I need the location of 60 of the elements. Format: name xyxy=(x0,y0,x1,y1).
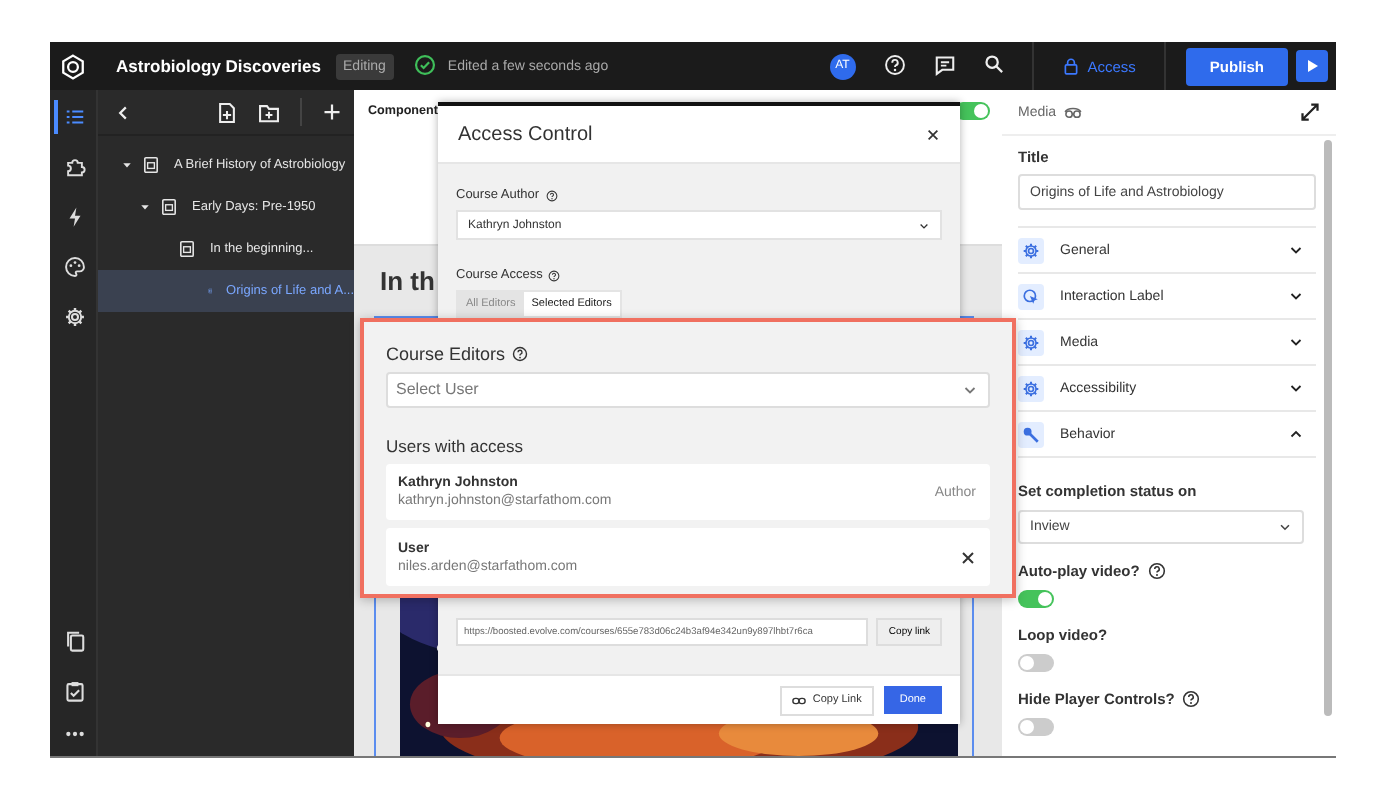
plus-icon xyxy=(322,102,342,122)
comment-icon xyxy=(933,53,956,75)
more-icon xyxy=(64,730,86,738)
add-button[interactable] xyxy=(322,102,342,122)
settings-icon xyxy=(1022,333,1040,351)
user-select[interactable]: Select User xyxy=(386,372,990,408)
settings-icon xyxy=(64,306,86,328)
dialog-title: Access Control xyxy=(458,123,593,145)
clipboard-check-icon xyxy=(64,680,86,702)
add-page-button[interactable] xyxy=(216,101,238,123)
page-heading: In th xyxy=(380,266,435,296)
wrench-icon xyxy=(1022,425,1040,443)
settings-icon xyxy=(1022,241,1040,259)
preview-button[interactable] xyxy=(1296,50,1328,82)
caret-down-icon xyxy=(140,202,150,212)
field-label: Course Editors xyxy=(386,344,506,364)
add-folder-icon xyxy=(258,101,280,123)
help-icon xyxy=(511,346,528,362)
remove-button[interactable] xyxy=(960,549,976,566)
copy-icon xyxy=(64,630,86,652)
caret-down-icon xyxy=(122,160,132,170)
bolt-icon xyxy=(64,206,86,228)
chevron-down-icon xyxy=(1288,288,1304,304)
help-icon xyxy=(545,189,558,201)
course-title: Astrobiology Discoveries xyxy=(116,56,322,76)
expand-button[interactable] xyxy=(1300,102,1320,122)
glasses-icon xyxy=(1064,103,1083,121)
help-icon xyxy=(1182,690,1201,708)
close-button[interactable] xyxy=(926,127,940,141)
logo-icon xyxy=(60,53,86,79)
add-page-icon xyxy=(216,101,238,123)
list-icon xyxy=(64,106,86,128)
search-icon xyxy=(983,54,1004,74)
help-icon xyxy=(548,269,561,281)
chevron-down-icon xyxy=(918,219,930,231)
chevron-left-icon xyxy=(114,103,132,121)
lock-icon xyxy=(1061,56,1080,76)
chevron-down-icon xyxy=(1288,242,1304,258)
chevron-down-icon xyxy=(1288,334,1304,350)
close-icon xyxy=(926,127,940,141)
puzzle-icon xyxy=(64,156,86,178)
help-icon xyxy=(1147,562,1166,580)
link-icon xyxy=(792,693,807,707)
chevron-up-icon xyxy=(1288,426,1304,442)
play-icon xyxy=(1304,58,1320,74)
close-icon xyxy=(960,549,976,566)
check-circle-icon xyxy=(413,53,436,75)
expand-icon xyxy=(1300,102,1320,122)
toggle-switch[interactable] xyxy=(1018,654,1054,672)
add-folder-button[interactable] xyxy=(258,101,280,123)
help-icon xyxy=(883,53,906,75)
palette-icon xyxy=(64,256,86,278)
toggle-switch[interactable] xyxy=(1018,590,1054,608)
settings-icon xyxy=(1022,379,1040,397)
chevron-down-icon xyxy=(1288,380,1304,396)
chevron-down-icon xyxy=(1278,520,1292,534)
section-heading: Users with access xyxy=(386,435,525,456)
pointer-icon xyxy=(1022,287,1040,305)
toggle-switch[interactable] xyxy=(1018,718,1054,736)
back-button[interactable] xyxy=(114,103,132,121)
